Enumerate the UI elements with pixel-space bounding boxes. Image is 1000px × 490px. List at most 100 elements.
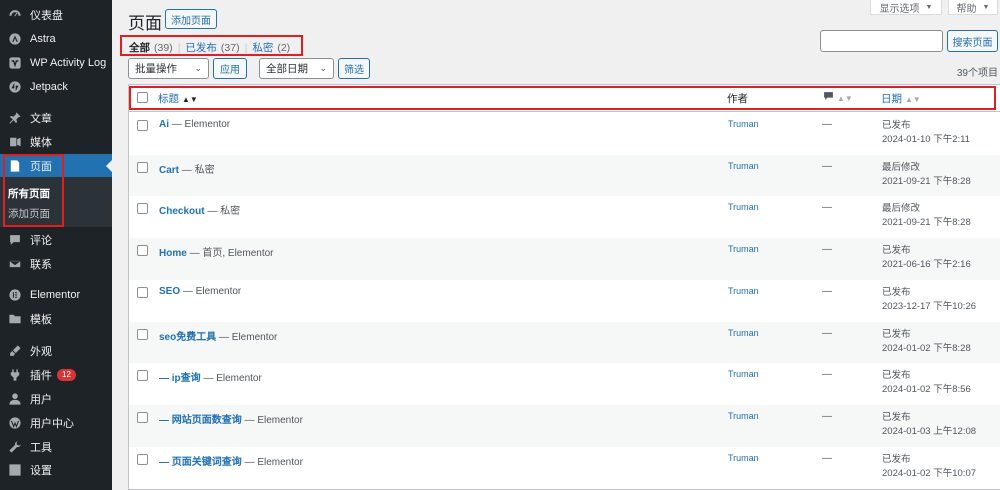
row-title-suffix: — Elementor: [169, 119, 231, 130]
pin-icon: [6, 109, 24, 127]
row-author-link[interactable]: Truman: [728, 453, 759, 463]
comment-bubble-icon: [824, 92, 833, 100]
row-title-suffix: — Elementor: [180, 285, 242, 297]
column-title-header[interactable]: 标题 ▲▼: [158, 91, 198, 106]
title-sort-link[interactable]: 标题: [158, 93, 179, 105]
screen-options-tab[interactable]: 显示选项 ▼: [870, 0, 942, 15]
filter-button[interactable]: 筛选: [338, 58, 370, 79]
date-sort-link[interactable]: 日期: [881, 93, 902, 105]
menu-item-astra[interactable]: Astra: [0, 28, 112, 50]
row-author-link[interactable]: Truman: [728, 411, 759, 421]
menu-item-contact[interactable]: 联系: [0, 253, 112, 275]
menu-label: WP Activity Log: [30, 57, 107, 69]
row-status: 已发布: [882, 286, 911, 298]
add-page-button[interactable]: 添加页面: [165, 9, 217, 29]
table-row: Checkout — 私密 Truman — 最后修改 2021-09-21 下午…: [129, 196, 1000, 238]
select-all-checkbox[interactable]: [137, 92, 148, 103]
column-author-header: 作者: [727, 93, 748, 105]
view-published-count: (37): [220, 41, 240, 54]
table-row: Home — 首页, Elementor Truman — 已发布 2021-06…: [129, 238, 1000, 280]
row-title-cell: Cart — 私密: [159, 161, 215, 176]
view-published-link[interactable]: 已发布: [185, 40, 217, 55]
row-checkbox[interactable]: [137, 411, 148, 423]
menu-item-posts[interactable]: 文章: [0, 107, 112, 129]
menu-label: Elementor: [30, 289, 81, 301]
menu-item-tools[interactable]: 工具: [0, 436, 112, 458]
row-title-link[interactable]: — 网站页面数查询: [159, 415, 242, 426]
submenu-add-page[interactable]: 添加页面: [8, 206, 50, 221]
row-title-link[interactable]: seo免费工具: [159, 332, 216, 343]
menu-item-media[interactable]: 媒体: [0, 131, 112, 153]
row-title-link[interactable]: Home: [159, 248, 187, 259]
view-private-link[interactable]: 私密: [252, 40, 273, 55]
row-checkbox[interactable]: [137, 161, 148, 173]
row-checkbox[interactable]: [137, 245, 148, 257]
caret-down-icon: ▼: [982, 3, 990, 11]
menu-item-activity-log[interactable]: WP Activity Log: [0, 52, 112, 74]
row-status: 已发布: [882, 120, 911, 131]
row-date-cell: 已发布 2023-12-17 下午10:26: [882, 286, 976, 314]
row-checkbox[interactable]: [137, 203, 148, 215]
date-filter-select[interactable]: 全部日期 ⌄: [259, 58, 334, 79]
menu-item-comments[interactable]: 评论: [0, 229, 112, 251]
row-status: 最后修改: [882, 161, 921, 173]
menu-item-settings[interactable]: 设置: [0, 459, 112, 481]
row-checkbox[interactable]: [137, 328, 148, 340]
mail-icon: [6, 255, 24, 273]
row-author-link[interactable]: Truman: [728, 202, 759, 212]
row-comments: —: [822, 452, 832, 464]
row-status: 已发布: [882, 328, 911, 340]
search-pages-button[interactable]: 搜索页面: [947, 30, 998, 52]
row-author-link[interactable]: Truman: [728, 119, 759, 129]
row-comments: —: [822, 327, 832, 339]
row-author-link[interactable]: Truman: [728, 328, 759, 338]
row-title-link[interactable]: — ip查询: [159, 373, 201, 384]
row-comments: —: [822, 410, 832, 422]
row-author-link[interactable]: Truman: [728, 369, 759, 379]
menu-item-elementor[interactable]: Elementor: [0, 284, 112, 306]
view-all-link[interactable]: 全部: [129, 40, 150, 55]
row-title-link[interactable]: SEO: [159, 286, 180, 297]
row-title-link[interactable]: — 页面关键词查询: [159, 457, 242, 468]
row-title-cell: SEO — Elementor: [159, 286, 241, 297]
row-title-link[interactable]: Cart: [159, 165, 179, 176]
row-date: 2024-01-03 上午12:08: [882, 425, 977, 437]
row-comments: —: [822, 244, 832, 256]
menu-item-user-center[interactable]: 用户中心: [0, 412, 112, 434]
row-status: 已发布: [882, 370, 911, 382]
row-checkbox[interactable]: [137, 370, 148, 382]
row-date-cell: 已发布 2024-01-02 下午8:28: [882, 328, 971, 356]
row-title-link[interactable]: Ai: [159, 119, 169, 130]
row-comments: —: [822, 369, 832, 381]
row-comments: —: [822, 285, 832, 297]
sort-icon: ▲▼: [837, 94, 853, 103]
plugin-update-badge: 12: [57, 369, 76, 381]
help-label: 帮助: [956, 3, 977, 15]
submenu-all-pages[interactable]: 所有页面: [8, 186, 50, 201]
menu-item-users[interactable]: 用户: [0, 388, 112, 410]
menu-item-dashboard[interactable]: 仪表盘: [0, 4, 112, 26]
bulk-action-select[interactable]: 批量操作 ⌄: [128, 58, 209, 79]
row-author-link[interactable]: Truman: [728, 244, 759, 254]
menu-item-pages[interactable]: 页面: [0, 154, 112, 178]
menu-item-templates[interactable]: 模板: [0, 308, 112, 330]
row-checkbox[interactable]: [137, 286, 148, 298]
column-comments-header[interactable]: ▲▼: [823, 91, 853, 104]
column-date-header[interactable]: 日期 ▲▼: [881, 91, 921, 106]
row-status: 已发布: [882, 411, 911, 423]
row-checkbox[interactable]: [137, 453, 148, 465]
menu-label: 文章: [30, 113, 52, 125]
menu-item-plugins[interactable]: 插件 12: [0, 364, 112, 386]
apply-button[interactable]: 应用: [213, 58, 247, 79]
search-input[interactable]: [820, 30, 943, 52]
row-checkbox[interactable]: [137, 120, 148, 131]
row-author-link[interactable]: Truman: [728, 286, 759, 296]
row-title-link[interactable]: Checkout: [159, 206, 205, 217]
menu-item-appearance[interactable]: 外观: [0, 340, 112, 362]
activity-log-icon: [6, 54, 24, 72]
row-author-link[interactable]: Truman: [728, 161, 759, 171]
row-date: 2024-01-02 下午10:07: [882, 467, 977, 479]
row-title-cell: Ai — Elementor: [159, 119, 230, 130]
help-tab[interactable]: 帮助 ▼: [948, 0, 998, 15]
menu-item-jetpack[interactable]: Jetpack: [0, 76, 112, 98]
